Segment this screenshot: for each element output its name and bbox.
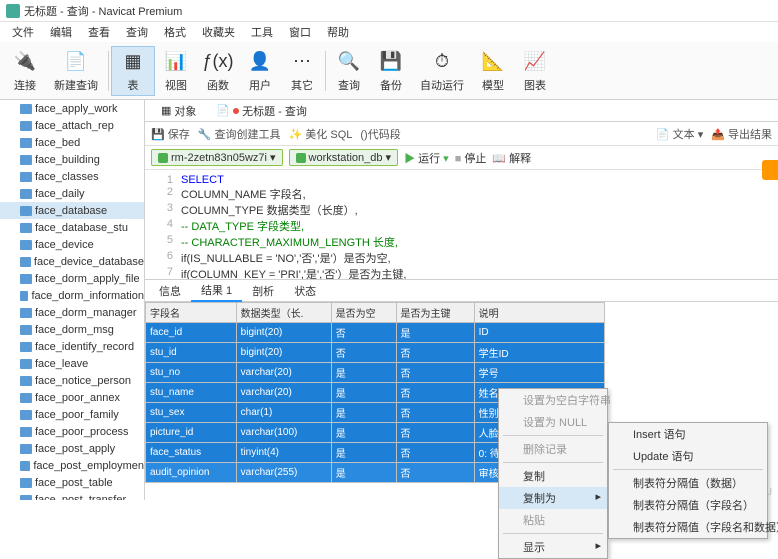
col-header[interactable]: 字段名 [146,303,237,323]
menu-item[interactable]: 制表符分隔值（字段名） [609,494,767,516]
export-results-button[interactable]: 📤 导出结果 [711,126,772,142]
tree-item[interactable]: face_notice_person [0,372,144,389]
beautify-sql-button[interactable]: ✨ 美化 SQL [289,126,353,142]
col-header[interactable]: 是否为空 [331,303,396,323]
menu-item[interactable]: Update 语句 [609,445,767,467]
menu-item: 粘贴 [499,509,607,531]
menu-item: 设置为 NULL [499,411,607,433]
side-badge-icon [762,160,778,180]
table-row[interactable]: stu_novarchar(20)是否学号 [146,363,605,383]
table-row[interactable]: stu_idbigint(20)否否学生ID [146,343,605,363]
toolbar-新建查询[interactable]: 📄新建查询 [46,47,106,95]
text-mode-button[interactable]: 📄 文本 ▾ [656,126,703,142]
menu-查看[interactable]: 查看 [82,24,116,40]
menu-收藏夹[interactable]: 收藏夹 [196,24,241,40]
query-builder-button[interactable]: 🔧 查询创建工具 [198,126,281,142]
menu-文件[interactable]: 文件 [6,24,40,40]
tab-profile[interactable]: 剖析 [242,281,284,301]
tree-item[interactable]: face_poor_family [0,406,144,423]
tree-item[interactable]: face_post_table [0,474,144,491]
tree-item[interactable]: face_bed [0,134,144,151]
server-selector[interactable]: rm-2zetn83n05wz7i ▾ [151,149,283,166]
tree-item[interactable]: face_apply_work [0,100,144,117]
toolbar-图表[interactable]: 📈图表 [514,47,556,95]
toolbar-自动运行[interactable]: ⏱自动运行 [412,47,472,95]
menu-编辑[interactable]: 编辑 [44,24,78,40]
tree-item[interactable]: face_identify_record [0,338,144,355]
tree-item[interactable]: face_leave [0,355,144,372]
toolbar-其它[interactable]: ⋯其它 [281,47,323,95]
code-snippet-button[interactable]: ()代码段 [360,126,400,142]
tab-objects[interactable]: ▦ 对象 [153,101,204,121]
editor-tabs: ▦ 对象 📄 无标题 - 查询 [145,100,778,122]
tab-query[interactable]: 📄 无标题 - 查询 [208,101,314,121]
tree-item[interactable]: face_database [0,202,144,219]
menu-item[interactable]: 制表符分隔值（字段名和数据） [609,516,767,538]
tree-item[interactable]: face_daily [0,185,144,202]
col-header[interactable]: 说明 [474,303,604,323]
tree-item[interactable]: face_poor_annex [0,389,144,406]
tree-item[interactable]: face_attach_rep [0,117,144,134]
tree-item[interactable]: face_post_transfer [0,491,144,500]
menu-item[interactable]: 复制 [499,465,607,487]
save-button[interactable]: 💾 保存 [151,126,190,142]
main-toolbar: 🔌连接📄新建查询▦表📊视图ƒ(x)函数👤用户⋯其它🔍查询💾备份⏱自动运行📐模型📈… [0,42,778,100]
tree-item[interactable]: face_dorm_msg [0,321,144,338]
modified-dot-icon [233,108,239,114]
copy-as-submenu[interactable]: Insert 语句Update 语句制表符分隔值（数据）制表符分隔值（字段名）制… [608,422,768,539]
tab-result-1[interactable]: 结果 1 [191,280,242,302]
toolbar-视图[interactable]: 📊视图 [155,47,197,95]
toolbar-连接[interactable]: 🔌连接 [4,47,46,95]
menu-item[interactable]: 制表符分隔值（数据） [609,472,767,494]
toolbar-表[interactable]: ▦表 [111,46,155,96]
menu-item[interactable]: 复制为▸ [499,487,607,509]
table-row[interactable]: face_idbigint(20)否是ID [146,323,605,343]
tab-status[interactable]: 状态 [284,281,326,301]
menu-item[interactable]: 显示▸ [499,536,607,558]
menu-查询[interactable]: 查询 [120,24,154,40]
result-tabs: 信息 结果 1 剖析 状态 [145,280,778,302]
tree-item[interactable]: face_building [0,151,144,168]
toolbar-查询[interactable]: 🔍查询 [328,47,370,95]
menu-item: 删除记录 [499,438,607,460]
tree-item[interactable]: face_post_apply [0,440,144,457]
menu-窗口[interactable]: 窗口 [283,24,317,40]
tree-item[interactable]: face_dorm_information [0,287,144,304]
run-button[interactable]: ▶ 运行 ▾ [404,150,449,166]
tree-item[interactable]: face_database_stu [0,219,144,236]
tree-item[interactable]: face_device [0,236,144,253]
context-menu[interactable]: 设置为空白字符串设置为 NULL 删除记录复制复制为▸粘贴显示▸ [498,388,608,559]
title-bar: 无标题 - 查询 - Navicat Premium [0,0,778,22]
tree-item[interactable]: face_post_employmen [0,457,144,474]
connection-bar: rm-2zetn83n05wz7i ▾ workstation_db ▾ ▶ 运… [145,146,778,170]
menu-工具[interactable]: 工具 [245,24,279,40]
database-selector[interactable]: workstation_db ▾ [289,149,399,166]
stop-button: ■ 停止 [455,150,487,166]
query-action-bar: 💾 保存 🔧 查询创建工具 ✨ 美化 SQL ()代码段 📄 文本 ▾ 📤 导出… [145,122,778,146]
menu-item: 设置为空白字符串 [499,389,607,411]
database-icon [296,153,306,163]
window-title: 无标题 - 查询 - Navicat Premium [24,3,182,19]
toolbar-用户[interactable]: 👤用户 [239,47,281,95]
tree-item[interactable]: face_classes [0,168,144,185]
app-icon [6,4,20,18]
tab-info[interactable]: 信息 [149,281,191,301]
menu-item[interactable]: Insert 语句 [609,423,767,445]
tree-item[interactable]: face_dorm_manager [0,304,144,321]
sql-editor[interactable]: 1SELECT2 COLUMN_NAME 字段名,3 COLUMN_TYPE 数… [145,170,778,280]
col-header[interactable]: 数据类型（长. [236,303,331,323]
tree-item[interactable]: face_dorm_apply_file [0,270,144,287]
server-icon [158,153,168,163]
explain-button[interactable]: 📖 解释 [492,150,531,166]
object-tree[interactable]: face_apply_workface_attach_repface_bedfa… [0,100,145,500]
menu-格式[interactable]: 格式 [158,24,192,40]
tree-item[interactable]: face_poor_process [0,423,144,440]
col-header[interactable]: 是否为主键 [396,303,474,323]
toolbar-函数[interactable]: ƒ(x)函数 [197,47,239,95]
tree-item[interactable]: face_device_database [0,253,144,270]
toolbar-备份[interactable]: 💾备份 [370,47,412,95]
menu-帮助[interactable]: 帮助 [321,24,355,40]
toolbar-模型[interactable]: 📐模型 [472,47,514,95]
menu-bar: 文件编辑查看查询格式收藏夹工具窗口帮助 [0,22,778,42]
